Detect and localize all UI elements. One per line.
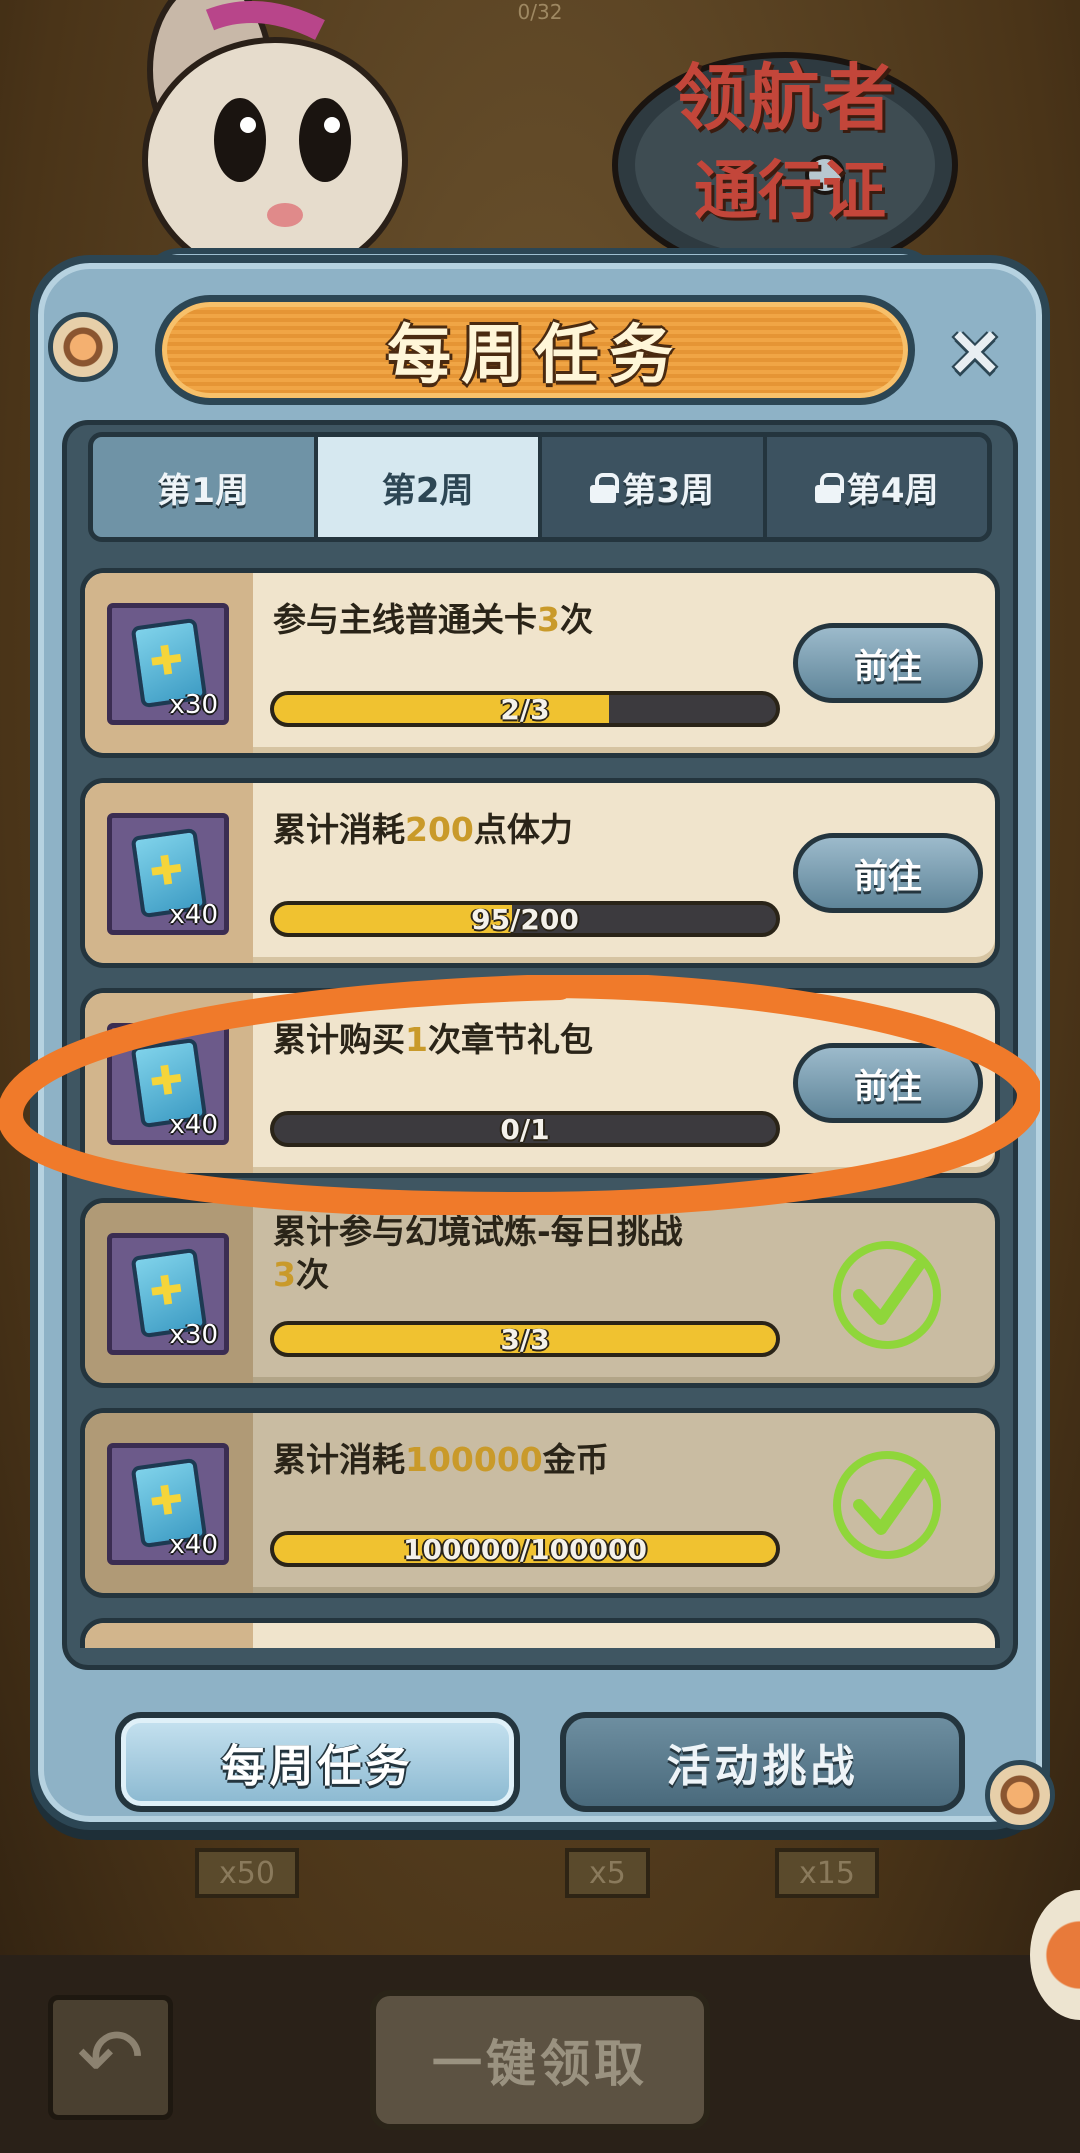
- task-list[interactable]: x30 参与主线普通关卡3次 2/3 前往 x40 累计消耗200点体力 95/…: [80, 568, 1000, 1648]
- task-row: x40 累计消耗200点体力 95/200 前往: [80, 778, 1000, 968]
- task-title-text: 累计消耗: [273, 810, 405, 849]
- tab-week-3[interactable]: 第3周: [542, 437, 767, 537]
- tab-label: 第1周: [157, 470, 250, 511]
- week-tabs: 第1周 第2周 第3周 第4周: [88, 432, 992, 542]
- tab-label: 第2周: [381, 470, 474, 511]
- tab-week-2[interactable]: 第2周: [317, 437, 542, 537]
- claim-all-button[interactable]: 一键领取: [370, 1990, 710, 2130]
- completed-check-icon: [833, 1241, 941, 1349]
- task-row: x30 参与主线普通关卡3次 2/3 前往: [80, 568, 1000, 758]
- peek-badge: x5: [565, 1848, 650, 1898]
- reward-quantity: x40: [169, 900, 218, 930]
- top-counter: 0/32: [517, 0, 563, 24]
- event-challenge-tab[interactable]: 活动挑战: [560, 1712, 965, 1812]
- progress-text: 100000/100000: [402, 1532, 647, 1566]
- progress-bar: 100000/100000: [270, 1531, 780, 1567]
- task-title: 累计消耗100000金币: [273, 1439, 833, 1482]
- completed-check-icon: [833, 1451, 941, 1559]
- task-row: x40 累计消耗100000金币 100000/100000: [80, 1408, 1000, 1598]
- task-title-text: 参与主线普通关卡: [273, 600, 537, 639]
- bottom-tabs: 每周任务 活动挑战: [115, 1712, 975, 1822]
- progress-bar: 3/3: [270, 1321, 780, 1357]
- go-button[interactable]: 前往: [793, 1043, 983, 1123]
- tab-week-4[interactable]: 第4周: [766, 437, 987, 537]
- lock-icon: [590, 473, 620, 503]
- progress-bar: 95/200: [270, 901, 780, 937]
- reward-quantity: x30: [169, 1320, 218, 1350]
- back-arrow-icon: ↶: [76, 2011, 145, 2104]
- progress-text: 0/1: [500, 1112, 550, 1146]
- task-title-highlight: 100000: [405, 1440, 543, 1479]
- task-title-suffix: 次: [295, 1254, 329, 1294]
- reward-quantity: x30: [169, 690, 218, 720]
- peek-badge: x15: [775, 1848, 879, 1898]
- reward-panel: [85, 1623, 253, 1648]
- reward-card[interactable]: x40: [107, 813, 229, 935]
- task-title: 累计购买1次章节礼包: [273, 1019, 833, 1062]
- reward-quantity: x40: [169, 1110, 218, 1140]
- task-title: 累计参与幻境试炼-每日挑战 3次: [273, 1211, 833, 1297]
- task-row-partial: [80, 1618, 1000, 1648]
- task-title-highlight: 1: [405, 1020, 428, 1059]
- task-title-text: 累计参与幻境试炼-每日挑战: [273, 1212, 683, 1251]
- reward-card[interactable]: x30: [107, 1233, 229, 1355]
- pass-logo-subtitle: 通行证: [694, 154, 886, 229]
- reward-card[interactable]: x40: [107, 1023, 229, 1145]
- task-title-text: 累计购买: [273, 1020, 405, 1059]
- reward-card[interactable]: x40: [107, 1443, 229, 1565]
- go-button[interactable]: 前往: [793, 623, 983, 703]
- reward-quantity: x40: [169, 1530, 218, 1560]
- panel-title-bar: 每周任务: [155, 295, 915, 405]
- tab-label: 第3周: [622, 470, 715, 511]
- rabbit-character-illustration: [142, 0, 408, 283]
- task-title-suffix: 次章节礼包: [427, 1020, 593, 1059]
- back-button[interactable]: ↶: [48, 1995, 173, 2120]
- panel-knob-left: [48, 312, 118, 382]
- task-title: 累计消耗200点体力: [273, 809, 833, 852]
- tab-week-1[interactable]: 第1周: [93, 437, 318, 537]
- pass-logo-title: 领航者: [673, 55, 896, 140]
- progress-bar: 2/3: [270, 691, 780, 727]
- weekly-tasks-tab[interactable]: 每周任务: [115, 1712, 520, 1812]
- go-button[interactable]: 前往: [793, 833, 983, 913]
- panel-knob-right: [985, 1760, 1055, 1830]
- task-title-suffix: 金币: [542, 1440, 609, 1479]
- task-title-text: 累计消耗: [273, 1440, 405, 1479]
- panel-title: 每周任务: [387, 319, 683, 393]
- task-row: x40 累计购买1次章节礼包 0/1 前往: [80, 988, 1000, 1178]
- task-title-suffix: 次: [559, 600, 593, 639]
- progress-text: 2/3: [500, 692, 550, 726]
- task-title-highlight: 3: [537, 600, 560, 639]
- progress-text: 3/3: [500, 1322, 550, 1356]
- progress-bar: 0/1: [270, 1111, 780, 1147]
- task-title-suffix: 点体力: [473, 810, 573, 849]
- task-row: x30 累计参与幻境试炼-每日挑战3次 3/3: [80, 1198, 1000, 1388]
- background-reward-row: x50 x5 x15: [185, 1848, 915, 1908]
- tab-label: 第4周: [846, 470, 939, 511]
- task-title-highlight: 3: [273, 1254, 296, 1294]
- close-icon: ×: [945, 309, 1005, 391]
- reward-card[interactable]: x30: [107, 603, 229, 725]
- peek-badge: x50: [195, 1848, 299, 1898]
- progress-text: 95/200: [471, 902, 579, 936]
- task-title-highlight: 200: [405, 810, 474, 849]
- lock-icon: [814, 473, 844, 503]
- close-button[interactable]: ×: [940, 315, 1010, 385]
- task-title: 参与主线普通关卡3次: [273, 599, 833, 642]
